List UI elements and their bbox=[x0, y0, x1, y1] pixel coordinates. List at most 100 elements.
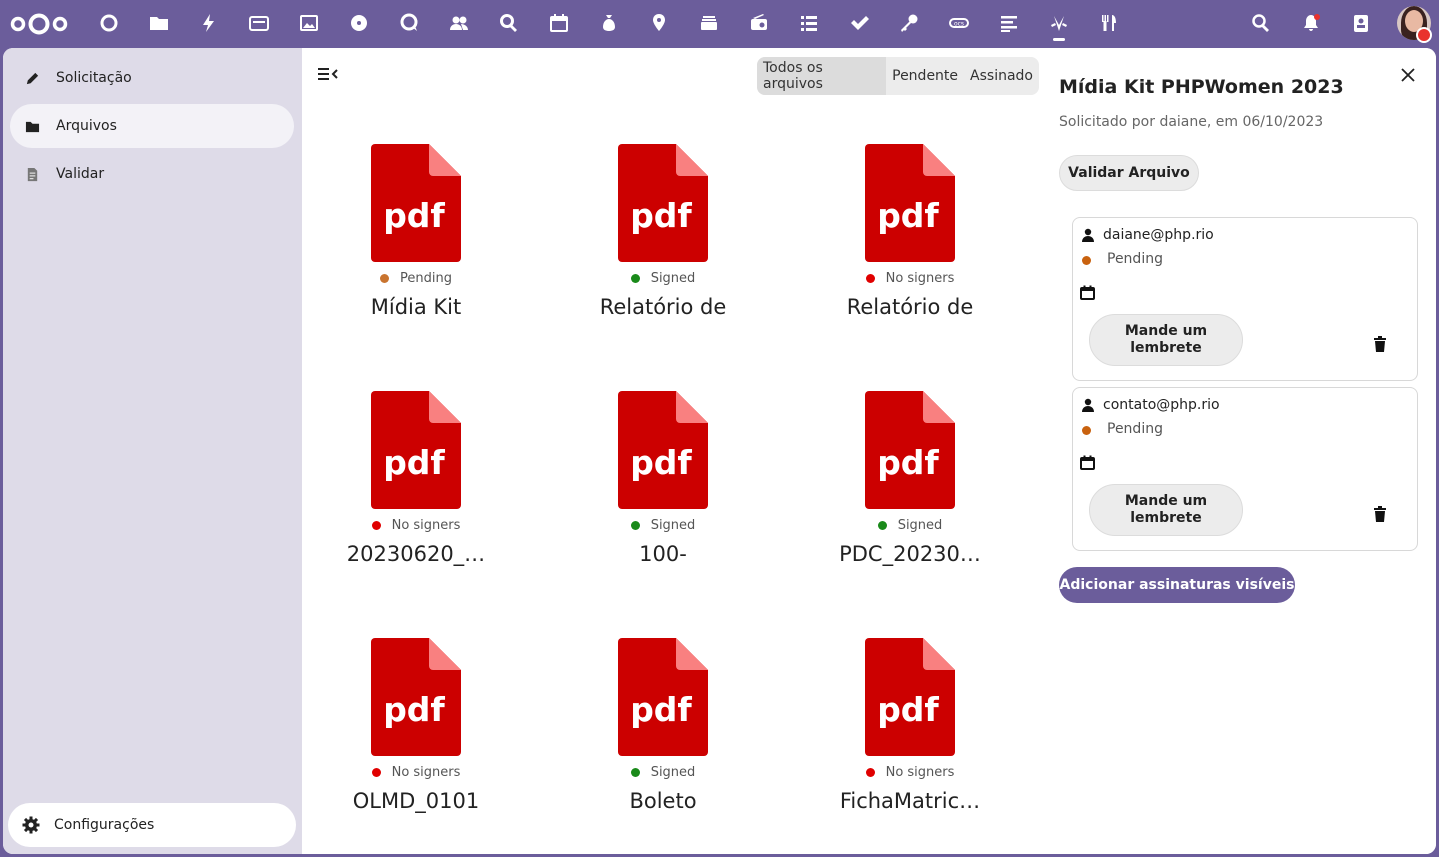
filter-all-files[interactable]: Todos os arquivos bbox=[757, 57, 887, 95]
photos-icon[interactable] bbox=[298, 12, 320, 34]
pdf-file-icon: pdf bbox=[618, 144, 708, 262]
file-card[interactable]: pdf No signers Relatório de bbox=[810, 144, 1010, 344]
status-dot bbox=[371, 768, 381, 777]
svg-text:pdf: pdf bbox=[877, 196, 939, 235]
pdf-file-icon: pdf bbox=[865, 391, 955, 509]
signer-email: contato@php.rio bbox=[1103, 397, 1220, 413]
file-name: Mídia Kit bbox=[370, 295, 462, 319]
file-card[interactable]: pdf No signers FichaMatric… bbox=[810, 638, 1010, 838]
nav-item-label: Validar bbox=[56, 166, 105, 182]
contacts-menu-icon[interactable] bbox=[1350, 12, 1372, 34]
status-label: Signed bbox=[650, 271, 696, 286]
toggle-navigation-icon[interactable] bbox=[318, 66, 338, 82]
signature-status: No signers bbox=[316, 518, 516, 533]
calendar-icon[interactable] bbox=[548, 12, 570, 34]
filter-signed[interactable]: Assinado bbox=[964, 57, 1039, 95]
signature-status: No signers bbox=[810, 271, 1010, 286]
filter-pending[interactable]: Pendente bbox=[886, 57, 964, 95]
close-icon[interactable] bbox=[1401, 68, 1415, 82]
signer-status: Pending bbox=[1107, 251, 1163, 267]
signature-status: No signers bbox=[316, 765, 516, 780]
nextcloud-logo[interactable] bbox=[8, 10, 70, 38]
libresign-icon[interactable] bbox=[1048, 12, 1070, 34]
active-app-indicator bbox=[1053, 38, 1065, 41]
app-navigation: Solicitação Arquivos Validar Configuraçõ… bbox=[3, 48, 302, 854]
top-bar: ocs bbox=[0, 0, 1439, 48]
check-icon[interactable] bbox=[848, 12, 870, 34]
signature-status: Signed bbox=[563, 765, 763, 780]
file-name: 20230620_… bbox=[346, 542, 486, 566]
status-label: Signed bbox=[650, 518, 696, 533]
radio-icon[interactable] bbox=[748, 12, 770, 34]
status-label: No signers bbox=[885, 271, 955, 286]
file-filter-tabs: Todos os arquivos Pendente Assinado bbox=[757, 57, 1039, 95]
file-card[interactable]: pdf Signed PDC_20230… bbox=[810, 391, 1010, 591]
signer-email: daiane@php.rio bbox=[1103, 227, 1214, 243]
do-not-disturb-badge bbox=[1416, 27, 1432, 43]
file-card[interactable]: pdf No signers OLMD_0101 bbox=[316, 638, 516, 838]
document-icon bbox=[24, 166, 40, 182]
dashboard-icon[interactable] bbox=[98, 12, 120, 34]
status-dot bbox=[865, 768, 875, 777]
nav-item-label: Arquivos bbox=[56, 118, 117, 134]
status-label: Signed bbox=[650, 765, 696, 780]
file-card[interactable]: pdf Signed Relatório de bbox=[563, 144, 763, 344]
gear-icon bbox=[22, 816, 40, 834]
status-label: Signed bbox=[897, 518, 943, 533]
settings-label: Configurações bbox=[54, 817, 155, 833]
signature-status: Pending bbox=[316, 271, 516, 286]
file-card[interactable]: pdf No signers 20230620_… bbox=[316, 391, 516, 591]
file-name: Relatório de bbox=[846, 295, 974, 319]
activity-icon[interactable] bbox=[198, 12, 220, 34]
pencil-icon bbox=[24, 70, 40, 86]
file-card[interactable]: pdf Signed Boleto bbox=[563, 638, 763, 838]
file-name: PDC_20230… bbox=[839, 542, 981, 566]
settings-button[interactable]: Configurações bbox=[8, 803, 296, 847]
talk-icon[interactable] bbox=[398, 12, 420, 34]
contacts-icon[interactable] bbox=[448, 12, 470, 34]
pdf-file-icon: pdf bbox=[371, 638, 461, 756]
send-reminder-button[interactable]: Mande um lembrete bbox=[1089, 314, 1243, 366]
pdf-file-icon: pdf bbox=[865, 638, 955, 756]
nav-item-solicitacao[interactable]: Solicitação bbox=[10, 56, 294, 100]
mail-icon[interactable] bbox=[248, 12, 270, 34]
ocs-icon[interactable]: ocs bbox=[948, 12, 970, 34]
calendar-icon bbox=[1080, 455, 1095, 470]
app-content: Solicitação Arquivos Validar Configuraçõ… bbox=[3, 48, 1436, 854]
file-name: Relatório de bbox=[599, 295, 727, 319]
delete-icon[interactable] bbox=[1373, 506, 1387, 522]
status-dot bbox=[1082, 256, 1091, 265]
nav-item-validar[interactable]: Validar bbox=[10, 152, 294, 196]
send-reminder-button[interactable]: Mande um lembrete bbox=[1089, 484, 1243, 536]
file-card[interactable]: pdf Signed 100- bbox=[563, 391, 763, 591]
notification-badge bbox=[1314, 14, 1320, 20]
signature-status: Signed bbox=[563, 271, 763, 286]
files-view: Todos os arquivos Pendente Assinado pdf … bbox=[302, 48, 1048, 854]
status-dot bbox=[877, 521, 887, 530]
notes-icon[interactable] bbox=[998, 12, 1020, 34]
search-app-icon[interactable] bbox=[498, 12, 520, 34]
svg-text:pdf: pdf bbox=[630, 690, 692, 729]
status-dot bbox=[865, 274, 875, 283]
unified-search-icon[interactable] bbox=[1250, 12, 1272, 34]
status-label: Pending bbox=[400, 271, 452, 286]
add-visible-signatures-button[interactable]: Adicionar assinaturas visíveis bbox=[1059, 567, 1295, 603]
delete-icon[interactable] bbox=[1373, 336, 1387, 352]
deck-icon[interactable] bbox=[698, 12, 720, 34]
files-icon[interactable] bbox=[148, 12, 170, 34]
music-icon[interactable] bbox=[348, 12, 370, 34]
passwords-icon[interactable] bbox=[898, 12, 920, 34]
tasks-icon[interactable] bbox=[798, 12, 820, 34]
validate-file-button[interactable]: Validar Arquivo bbox=[1059, 155, 1199, 191]
maps-icon[interactable] bbox=[648, 12, 670, 34]
nav-item-arquivos[interactable]: Arquivos bbox=[10, 104, 294, 148]
money-icon[interactable] bbox=[598, 12, 620, 34]
pdf-file-icon: pdf bbox=[371, 144, 461, 262]
file-card[interactable]: pdf Pending Mídia Kit bbox=[316, 144, 516, 344]
svg-text:pdf: pdf bbox=[630, 443, 692, 482]
cookbook-icon[interactable] bbox=[1098, 12, 1120, 34]
signer-card: daiane@php.rio Pending Mande um lembrete bbox=[1072, 217, 1418, 381]
file-name: Boleto bbox=[629, 789, 697, 813]
svg-text:pdf: pdf bbox=[630, 196, 692, 235]
person-icon bbox=[1082, 228, 1094, 242]
